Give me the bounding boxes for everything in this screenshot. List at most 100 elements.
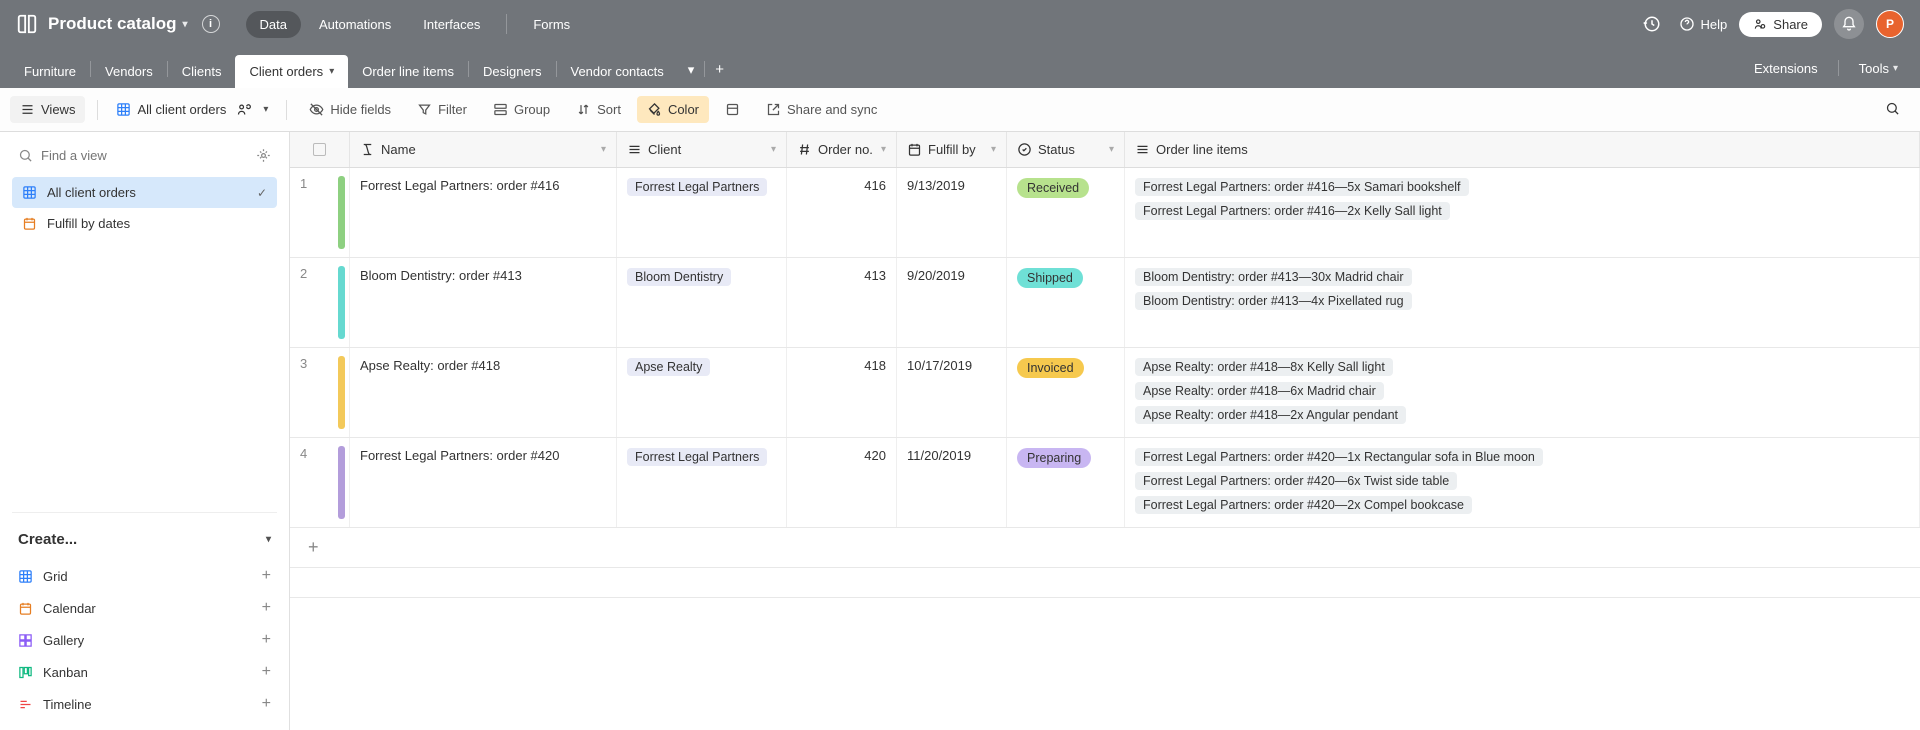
find-view-input[interactable] [41, 148, 248, 163]
client-cell[interactable]: Forrest Legal Partners [617, 168, 787, 257]
header-name[interactable]: Name▾ [350, 132, 617, 167]
client-cell[interactable]: Bloom Dentistry [617, 258, 787, 347]
row-index-cell[interactable]: 4 [290, 438, 350, 527]
client-cell[interactable]: Apse Realty [617, 348, 787, 437]
name-cell[interactable]: Bloom Dentistry: order #413 [350, 258, 617, 347]
current-view-switcher[interactable]: All client orders ▾ [110, 98, 274, 121]
share-sync-button[interactable]: Share and sync [756, 96, 887, 123]
share-button[interactable]: Share [1739, 12, 1822, 37]
extensions-button[interactable]: Extensions [1744, 55, 1828, 82]
header-fulfill-by[interactable]: Fulfill by▾ [897, 132, 1007, 167]
chevron-down-icon[interactable]: ▾ [991, 144, 996, 155]
line-item-chip[interactable]: Apse Realty: order #418—2x Angular penda… [1135, 406, 1406, 424]
table-tab[interactable]: Furniture [10, 55, 90, 88]
row-height-button[interactable] [715, 96, 750, 123]
table-tab[interactable]: Designers [469, 55, 556, 88]
line-item-chip[interactable]: Forrest Legal Partners: order #416—5x Sa… [1135, 178, 1469, 196]
name-cell[interactable]: Apse Realty: order #418 [350, 348, 617, 437]
tab-data[interactable]: Data [246, 11, 301, 38]
sidebar-view-item[interactable]: All client orders✓ [12, 177, 277, 208]
create-view-item[interactable]: Grid+ [12, 560, 277, 592]
group-button[interactable]: Group [483, 96, 560, 123]
header-client[interactable]: Client▾ [617, 132, 787, 167]
fulfill-by-cell[interactable]: 9/13/2019 [897, 168, 1007, 257]
status-cell[interactable]: Invoiced [1007, 348, 1125, 437]
add-row-button[interactable]: + [290, 528, 1920, 568]
sort-button[interactable]: Sort [566, 96, 631, 123]
client-cell[interactable]: Forrest Legal Partners [617, 438, 787, 527]
header-order-no[interactable]: Order no.▾ [787, 132, 897, 167]
chevron-down-icon[interactable]: ▾ [881, 144, 886, 155]
order-no-cell[interactable]: 418 [787, 348, 897, 437]
tab-interfaces[interactable]: Interfaces [409, 11, 494, 38]
header-checkbox-cell[interactable] [290, 132, 350, 167]
order-no-cell[interactable]: 416 [787, 168, 897, 257]
status-cell[interactable]: Preparing [1007, 438, 1125, 527]
table-tab[interactable]: Vendors [91, 55, 167, 88]
row-index-cell[interactable]: 1 [290, 168, 350, 257]
hide-fields-button[interactable]: Hide fields [299, 96, 401, 123]
history-icon[interactable] [1637, 9, 1667, 39]
name-cell[interactable]: Forrest Legal Partners: order #416 [350, 168, 617, 257]
client-chip[interactable]: Bloom Dentistry [627, 268, 731, 286]
base-title[interactable]: Product catalog ▾ [48, 14, 188, 34]
fulfill-by-cell[interactable]: 9/20/2019 [897, 258, 1007, 347]
table-tab[interactable]: Vendor contacts [557, 55, 678, 88]
help-button[interactable]: Help [1679, 16, 1728, 32]
line-item-chip[interactable]: Apse Realty: order #418—8x Kelly Sall li… [1135, 358, 1393, 376]
select-all-checkbox[interactable] [313, 143, 326, 156]
create-view-item[interactable]: Gallery+ [12, 624, 277, 656]
views-sidebar-toggle[interactable]: Views [10, 96, 85, 123]
tab-forms[interactable]: Forms [519, 11, 584, 38]
line-item-chip[interactable]: Forrest Legal Partners: order #416—2x Ke… [1135, 202, 1450, 220]
order-no-cell[interactable]: 413 [787, 258, 897, 347]
header-status[interactable]: Status▾ [1007, 132, 1125, 167]
line-items-cell[interactable]: Forrest Legal Partners: order #420—1x Re… [1125, 438, 1920, 527]
tools-button[interactable]: Tools ▾ [1849, 55, 1908, 82]
client-chip[interactable]: Forrest Legal Partners [627, 448, 767, 466]
line-item-chip[interactable]: Forrest Legal Partners: order #420—1x Re… [1135, 448, 1543, 466]
create-view-item[interactable]: Kanban+ [12, 656, 277, 688]
table-row[interactable]: 1Forrest Legal Partners: order #416 Forre… [290, 168, 1920, 258]
table-tab[interactable]: Order line items [348, 55, 468, 88]
line-item-chip[interactable]: Apse Realty: order #418—6x Madrid chair [1135, 382, 1384, 400]
table-tab[interactable]: Client orders▾ [235, 55, 348, 88]
line-items-cell[interactable]: Bloom Dentistry: order #413—30x Madrid c… [1125, 258, 1920, 347]
name-cell[interactable]: Forrest Legal Partners: order #420 [350, 438, 617, 527]
notifications-button[interactable] [1834, 9, 1864, 39]
user-avatar[interactable]: P [1876, 10, 1904, 38]
order-no-cell[interactable]: 420 [787, 438, 897, 527]
search-button[interactable] [1875, 95, 1910, 125]
chevron-down-icon[interactable]: ▾ [1109, 144, 1114, 155]
color-button[interactable]: Color [637, 96, 709, 123]
chevron-down-icon[interactable]: ▾ [771, 144, 776, 155]
sidebar-view-item[interactable]: Fulfill by dates [12, 208, 277, 239]
line-item-chip[interactable]: Forrest Legal Partners: order #420—6x Tw… [1135, 472, 1457, 490]
line-item-chip[interactable]: Bloom Dentistry: order #413—4x Pixellate… [1135, 292, 1412, 310]
status-cell[interactable]: Shipped [1007, 258, 1125, 347]
line-items-cell[interactable]: Forrest Legal Partners: order #416—5x Sa… [1125, 168, 1920, 257]
create-view-item[interactable]: Timeline+ [12, 688, 277, 720]
line-items-cell[interactable]: Apse Realty: order #418—8x Kelly Sall li… [1125, 348, 1920, 437]
line-item-chip[interactable]: Forrest Legal Partners: order #420—2x Co… [1135, 496, 1472, 514]
table-row[interactable]: 3Apse Realty: order #418 Apse Realty 41810… [290, 348, 1920, 438]
table-tab[interactable]: Clients [168, 55, 236, 88]
client-chip[interactable]: Forrest Legal Partners [627, 178, 767, 196]
fulfill-by-cell[interactable]: 10/17/2019 [897, 348, 1007, 437]
gear-icon[interactable] [256, 148, 271, 163]
chevron-down-icon[interactable]: ▾ [601, 144, 606, 155]
table-row[interactable]: 2Bloom Dentistry: order #413 Bloom Dentis… [290, 258, 1920, 348]
row-index-cell[interactable]: 2 [290, 258, 350, 347]
more-tables-button[interactable]: ▾ [678, 58, 705, 82]
tab-automations[interactable]: Automations [305, 11, 405, 38]
filter-button[interactable]: Filter [407, 96, 477, 123]
add-table-button[interactable]: + [705, 57, 734, 82]
status-cell[interactable]: Received [1007, 168, 1125, 257]
client-chip[interactable]: Apse Realty [627, 358, 710, 376]
fulfill-by-cell[interactable]: 11/20/2019 [897, 438, 1007, 527]
row-index-cell[interactable]: 3 [290, 348, 350, 437]
info-icon[interactable]: i [202, 15, 220, 33]
line-item-chip[interactable]: Bloom Dentistry: order #413—30x Madrid c… [1135, 268, 1412, 286]
create-view-item[interactable]: Calendar+ [12, 592, 277, 624]
table-row[interactable]: 4Forrest Legal Partners: order #420 Forre… [290, 438, 1920, 528]
